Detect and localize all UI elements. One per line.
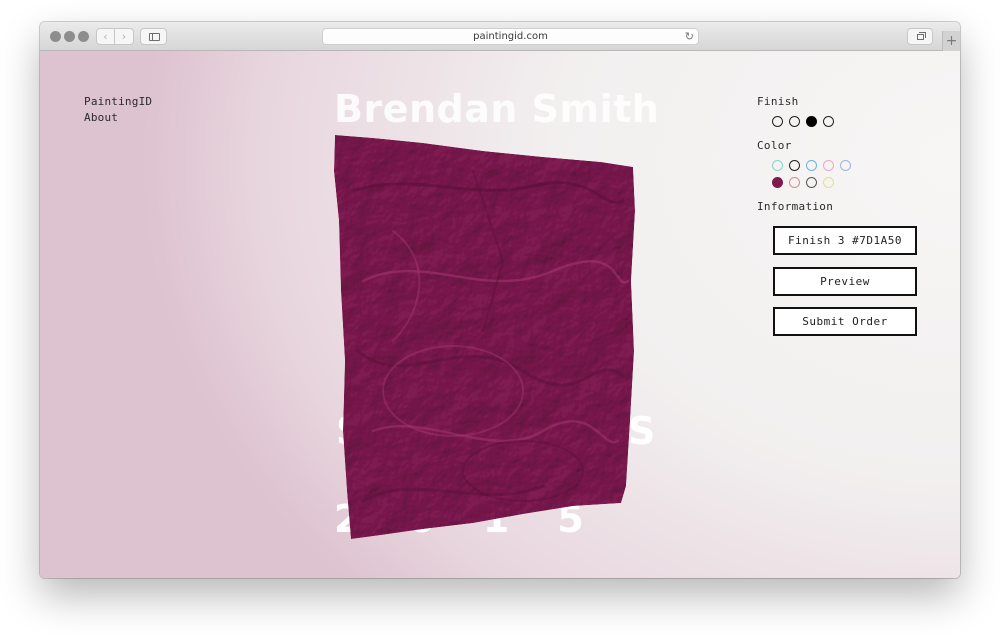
page-content: PaintingID About Brendan Smith S S 2015 [40,51,960,578]
color-swatch-row1-1[interactable] [772,160,783,171]
submit-order-button[interactable]: Submit Order [773,307,917,336]
color-swatch-row1-4[interactable] [823,160,834,171]
sidebar-icon [149,33,160,41]
nav-link-paintingid[interactable]: PaintingID [84,94,152,110]
finish-label: Finish [757,95,799,108]
show-tabs-button[interactable] [907,28,933,45]
painting-preview[interactable] [333,131,638,541]
finish-option-3[interactable] [806,116,817,127]
finish-option-1[interactable] [772,116,783,127]
color-swatch-row2-3[interactable] [806,177,817,188]
address-bar[interactable]: paintingid.com ↻ [322,28,699,45]
browser-toolbar: ‹ › paintingid.com ↻ + [40,22,960,51]
chevron-right-icon: › [121,30,127,43]
configuration-panel: Finish Color Information Finish 3 #7D1A5… [757,94,947,336]
color-swatch-row1-2[interactable] [789,160,800,171]
sidebar-toggle-button[interactable] [140,28,167,45]
chevron-left-icon: ‹ [103,30,108,43]
color-label: Color [757,139,792,152]
color-swatch-row2-2[interactable] [789,177,800,188]
finish-info-button[interactable]: Finish 3 #7D1A50 [773,226,917,255]
browser-window: ‹ › paintingid.com ↻ + PaintingID About … [40,22,960,578]
information-label: Information [757,200,834,213]
reload-icon[interactable]: ↻ [685,29,694,44]
url-text: paintingid.com [473,31,548,42]
color-swatch-row2-1[interactable] [772,177,783,188]
artist-name-heading: Brendan Smith [334,87,660,131]
site-nav: PaintingID About [84,94,152,126]
minimize-window-button[interactable] [64,31,75,42]
color-swatch-row2-4[interactable] [823,177,834,188]
forward-button[interactable]: › [115,28,134,45]
color-swatch-row1-3[interactable] [806,160,817,171]
finish-option-4[interactable] [823,116,834,127]
finish-option-2[interactable] [789,116,800,127]
color-swatch-row1-5[interactable] [840,160,851,171]
painting-surface [334,135,635,539]
nav-link-about[interactable]: About [84,110,152,126]
new-tab-button[interactable]: + [942,31,960,51]
close-window-button[interactable] [50,31,61,42]
back-button[interactable]: ‹ [96,28,115,45]
zoom-window-button[interactable] [78,31,89,42]
preview-button[interactable]: Preview [773,267,917,296]
